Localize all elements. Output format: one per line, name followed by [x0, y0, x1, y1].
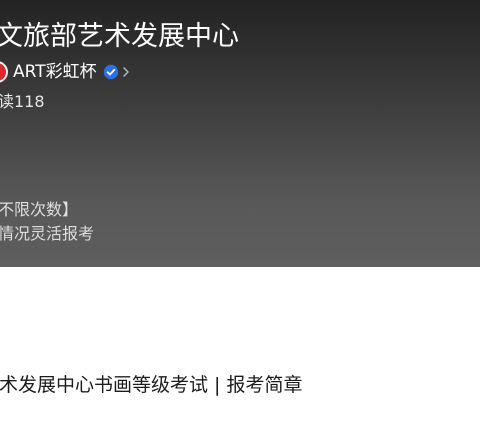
article-heading-link[interactable]: 术发展中心书画等级考试 | 报考简章: [0, 371, 302, 399]
article-title: 文旅部艺术发展中心: [0, 21, 239, 52]
author-name[interactable]: ART彩虹杯: [13, 58, 97, 86]
verified-check-icon: [103, 64, 119, 80]
read-count: 读118: [0, 92, 45, 111]
promo-line: 不限次数】: [0, 200, 79, 219]
article-header-banner: 文旅部艺术发展中心 ART彩虹杯 读118 不限次数】 情况灵活报考: [0, 0, 480, 267]
author-avatar[interactable]: [0, 61, 8, 83]
article-page: 文旅部艺术发展中心 ART彩虹杯 读118 不限次数】 情况灵活报考 术发展中心…: [0, 0, 480, 434]
promo-line: 情况灵活报考: [0, 224, 95, 243]
chevron-right-icon[interactable]: [121, 64, 131, 80]
